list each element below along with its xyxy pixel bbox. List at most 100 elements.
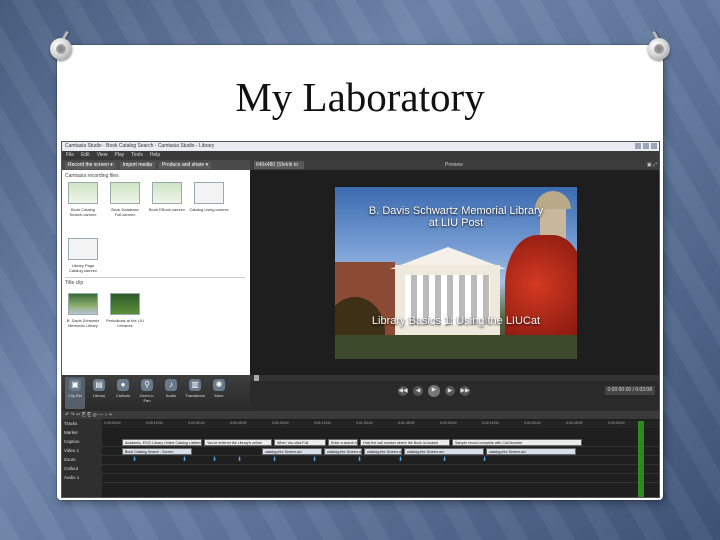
tab-library[interactable]: ▤ Library: [89, 377, 109, 409]
tab-callouts[interactable]: ● Callouts: [113, 377, 133, 409]
zoom-marker-icon[interactable]: ⬇: [272, 457, 277, 463]
time-tick: 0:03:00;00: [608, 421, 625, 425]
play-button[interactable]: ▶: [428, 385, 440, 397]
time-ruler[interactable]: 0:00:00;00 0:00:15;00 0:00:30;00 0:00:45…: [102, 421, 659, 428]
rewind-button[interactable]: ◀◀: [398, 386, 408, 396]
caption-clip[interactable]: Academic, ESCI Library Online Catalog Li…: [122, 439, 202, 446]
video-clip[interactable]: Book Catalog Search - Screen: [122, 448, 192, 455]
video-clip[interactable]: catalog.trec Screen.avi: [486, 448, 576, 455]
frame-title-line2: at LIU Post: [428, 217, 484, 229]
tab-zoom-n-pan[interactable]: ⚲ Zoom-n-Pan: [137, 377, 157, 409]
caption-clip[interactable]: Enter a search term: [328, 439, 358, 446]
track-label[interactable]: Caption: [64, 439, 80, 444]
zoom-icon: ⚲: [141, 379, 153, 391]
caption-clip[interactable]: You've entered the Library's online: [204, 439, 272, 446]
zoom-marker-icon[interactable]: ⬇: [482, 457, 487, 463]
track-label[interactable]: Tracks: [64, 421, 77, 426]
clip-caption: Book Database Full.camrec: [111, 207, 139, 217]
video-clip[interactable]: catalog.trec Screen.avi: [404, 448, 484, 455]
tab-label: Clip Bin: [68, 393, 82, 398]
zoom-marker-icon[interactable]: ⬇: [132, 457, 137, 463]
time-tick: 0:01:00;00: [272, 421, 289, 425]
menu-file[interactable]: File: [66, 151, 74, 160]
video-clip[interactable]: catalog.trec Screen.avi: [324, 448, 362, 455]
clip-thumbnail[interactable]: [110, 293, 140, 315]
zoom-marker-icon[interactable]: ⬇: [182, 457, 187, 463]
audio-track: [102, 475, 659, 483]
clip-thumbnail[interactable]: [152, 182, 182, 204]
tab-more[interactable]: ✺ More: [209, 377, 229, 409]
video-clip[interactable]: catalog.trec Screen.avi: [262, 448, 322, 455]
produce-share-button[interactable]: Produce and share ▾: [158, 161, 212, 169]
transitions-icon: ▥: [189, 379, 201, 391]
window-titlebar: Camtasia Studio - Book Catalog Search - …: [62, 142, 659, 151]
camtasia-screenshot: Camtasia Studio - Book Catalog Search - …: [61, 141, 660, 498]
window-title: Camtasia Studio - Book Catalog Search - …: [65, 143, 215, 149]
caption-track: Academic, ESCI Library Online Catalog Li…: [102, 439, 659, 447]
audio-icon: ♪: [165, 379, 177, 391]
track-label[interactable]: Marker: [64, 430, 78, 435]
close-button[interactable]: [651, 143, 657, 149]
time-tick: 0:01:15;00: [314, 421, 331, 425]
zoom-marker-icon[interactable]: ⬇: [312, 457, 317, 463]
caption-clip[interactable]: Sample record complete with Call Number: [452, 439, 582, 446]
record-screen-button[interactable]: Record the screen ▾: [65, 161, 116, 169]
menu-tools[interactable]: Tools: [131, 151, 143, 160]
clip-thumbnail[interactable]: [68, 293, 98, 315]
time-tick: 0:01:45;00: [398, 421, 415, 425]
more-icon: ✺: [213, 379, 225, 391]
caption-clip[interactable]: Hold the call number where the Book is l…: [360, 439, 450, 446]
timecode: 0:00:00:00 / 0:03:08: [604, 386, 655, 395]
track-label[interactable]: Video 1: [64, 448, 79, 453]
tab-label: Transitions: [185, 393, 205, 398]
track-label[interactable]: Callout: [64, 466, 78, 471]
preview-window-icons[interactable]: ▣ ⤢: [647, 160, 657, 170]
track-label[interactable]: Audio 1: [64, 475, 79, 480]
preview-size-select[interactable]: 640x480 (Shrink to fit) ▾: [254, 161, 304, 176]
minimize-button[interactable]: [635, 143, 641, 149]
tab-clip-bin[interactable]: ▣ Clip Bin: [65, 377, 85, 409]
tab-label: Zoom-n-Pan: [139, 393, 155, 403]
video-clip[interactable]: catalog.trec Screen.avi: [364, 448, 402, 455]
playhead-end-marker[interactable]: [638, 421, 644, 497]
zoom-marker-icon[interactable]: ⬇: [212, 457, 217, 463]
tab-transitions[interactable]: ▥ Transitions: [185, 377, 205, 409]
time-tick: 0:00:15;00: [146, 421, 163, 425]
zoom-marker-icon[interactable]: ⬇: [398, 457, 403, 463]
tab-label: Audio: [165, 393, 177, 398]
clip-caption: Book Catalog Search.camrec: [69, 207, 97, 217]
time-tick: 0:00:00;00: [104, 421, 121, 425]
track-label[interactable]: Zoom: [64, 457, 76, 462]
next-button[interactable]: ▶: [445, 386, 455, 396]
caption-clip[interactable]: When You click Full: [274, 439, 326, 446]
menu-view[interactable]: View: [97, 151, 108, 160]
clip-caption: Book EBook.camrec: [148, 207, 186, 212]
clip-caption: Periodicals at the LIU Libraries: [105, 318, 145, 328]
frame-subtitle: Library Basics 1: Using the LIUCat: [371, 315, 541, 327]
callout-track: [102, 466, 659, 474]
zoom-marker-icon[interactable]: ⬇: [442, 457, 447, 463]
timeline-toolbar: ↶ ↷ ✂ ⎘ ⎗ ◎ — ○ +: [62, 411, 659, 419]
clip-bin-panel: Camtasia recording files Book Catalog Se…: [62, 170, 250, 375]
fast-forward-button[interactable]: ▶▶: [460, 386, 470, 396]
menu-play[interactable]: Play: [114, 151, 124, 160]
clip-thumbnail[interactable]: [68, 182, 98, 204]
menu-edit[interactable]: Edit: [81, 151, 90, 160]
binder-ring-icon: [648, 38, 670, 60]
import-media-button[interactable]: Import media: [119, 161, 155, 169]
preview-panel: B. Davis Schwartz Memorial Library at LI…: [250, 170, 659, 375]
clip-thumbnail[interactable]: [110, 182, 140, 204]
previous-button[interactable]: ◀: [413, 386, 423, 396]
zoom-marker-icon[interactable]: ⬇: [237, 457, 242, 463]
zoom-marker-icon[interactable]: ⬇: [357, 457, 362, 463]
frame-title-line1: B. Davis Schwartz Memorial Library: [368, 205, 544, 217]
timeline-tools[interactable]: ↶ ↷ ✂ ⎘ ⎗ ◎ — ○ +: [65, 411, 112, 419]
preview-header: 640x480 (Shrink to fit) ▾ Preview ▣ ⤢: [250, 160, 659, 176]
maximize-button[interactable]: [643, 143, 649, 149]
clip-thumbnail[interactable]: [68, 238, 98, 260]
menu-help[interactable]: Help: [150, 151, 160, 160]
time-tick: 0:02:15;00: [482, 421, 499, 425]
clip-thumbnail[interactable]: [194, 182, 224, 204]
tab-audio[interactable]: ♪ Audio: [161, 377, 181, 409]
slide-title: My Laboratory: [235, 74, 485, 120]
